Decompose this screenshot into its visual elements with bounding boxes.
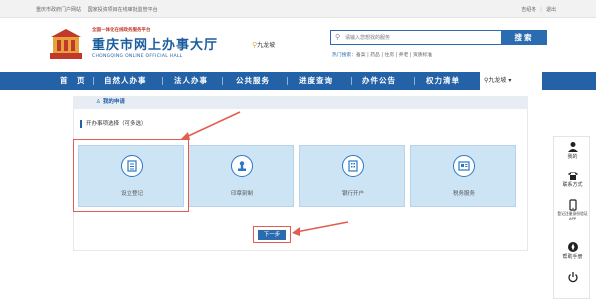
arrowhead-icon: [180, 132, 190, 140]
sidebar-label: 登记注册身份验证APP: [557, 211, 588, 221]
arrow-to-next: [295, 221, 349, 233]
sidebar-item-app[interactable]: 登记注册身份验证APP: [554, 199, 591, 221]
sidebar-item-help[interactable]: 帮助手册: [554, 241, 591, 260]
right-sidebar: 我的 联系方式 登记注册身份验证APP 帮助手册: [553, 136, 590, 299]
person-icon: [567, 142, 578, 152]
sidebar-label: 帮助手册: [562, 254, 583, 260]
arrowhead-icon: [292, 227, 300, 236]
annotation-arrows: [180, 111, 349, 236]
phone-icon: [567, 172, 578, 180]
sidebar-label: 我的: [567, 154, 578, 160]
sidebar-item-contact[interactable]: 联系方式: [554, 169, 591, 188]
arrow-to-card: [183, 111, 241, 139]
power-icon: [567, 272, 578, 283]
sidebar-item-mine[interactable]: 我的: [554, 141, 591, 160]
mobile-icon: [568, 199, 577, 211]
page: 重庆市政府门户网站 国家投资项目在线审批监管平台 吉绍冬 | 退出 全国一体化在线政…: [0, 0, 596, 299]
sidebar-label: 联系方式: [562, 182, 583, 188]
sidebar-item-power[interactable]: [554, 271, 591, 283]
compass-icon: [567, 242, 578, 252]
